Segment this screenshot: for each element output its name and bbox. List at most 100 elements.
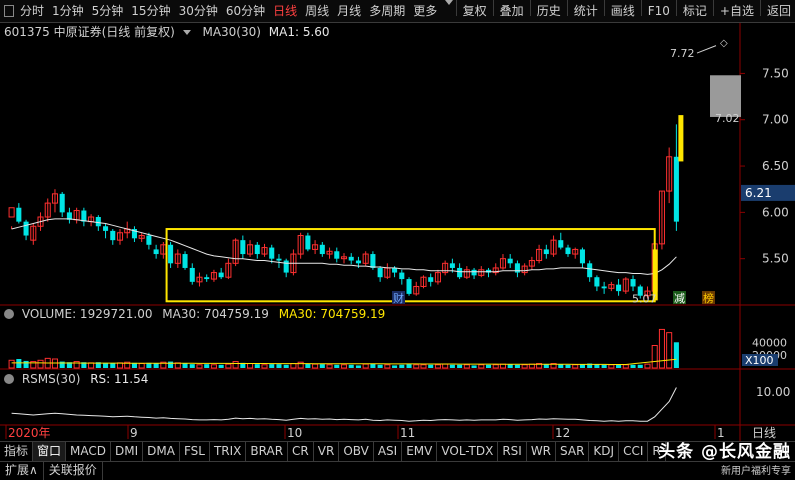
indicator-tab-18[interactable]: CCI (619, 442, 649, 461)
candle-body (189, 267, 195, 282)
candle-body (23, 221, 29, 236)
volume-bar (305, 363, 311, 368)
volume-bar (276, 364, 282, 368)
price-axis-label: 5.50 (762, 252, 789, 266)
indicator-tab-1[interactable]: 窗口 (33, 442, 67, 461)
candle-body (406, 279, 412, 294)
indicator-tab-0[interactable]: 指标 (0, 442, 34, 461)
marker-bang: 榜 (703, 291, 714, 305)
candle-body (471, 269, 477, 276)
candle-body (254, 244, 260, 255)
limit-up-marker (678, 115, 684, 162)
tool-7[interactable]: +自选 (716, 0, 758, 22)
volume-bar (138, 363, 145, 369)
toolbar-separator (455, 0, 457, 16)
volume-bar (392, 365, 398, 368)
indicator-tab-17[interactable]: KDJ (589, 442, 620, 461)
volume-title-bar: VOLUME: 1929721.00 MA30: 704759.19 MA30:… (0, 306, 385, 322)
tool-3[interactable]: 统计 (570, 0, 602, 22)
indicator-tab-2[interactable]: MACD (66, 442, 112, 461)
indicator-tab-10[interactable]: OBV (339, 442, 374, 461)
candle-body (543, 249, 549, 255)
candle-body (276, 258, 282, 261)
period-6[interactable]: 日线 (269, 0, 301, 22)
tool-8[interactable]: 返回 (763, 0, 795, 22)
candle-body (95, 217, 101, 227)
current-price-label: 6.21 (745, 186, 772, 200)
indicator-tab-6[interactable]: TRIX (210, 442, 247, 461)
high-price-label: 7.72 (670, 47, 695, 60)
toolbar-separator (566, 0, 568, 16)
volume-bar (630, 364, 636, 368)
period-2[interactable]: 5分钟 (88, 0, 128, 22)
gear-icon[interactable] (4, 309, 14, 319)
volume-bar (492, 364, 499, 369)
candle-body (168, 244, 174, 264)
toolbar-separator (675, 0, 677, 16)
candle-body (8, 207, 15, 218)
volume-bar (348, 364, 354, 368)
candle-body (269, 247, 275, 259)
indicator-tab-9[interactable]: VR (314, 442, 340, 461)
tool-0[interactable]: 复权 (459, 0, 491, 22)
volume-bar (622, 364, 629, 369)
indicator-tab-12[interactable]: EMV (402, 442, 438, 461)
candle-body (16, 207, 22, 222)
tool-6[interactable]: 标记 (679, 0, 711, 22)
indicator-tab-4[interactable]: DMA (143, 442, 180, 461)
date-axis-label: 11 (400, 426, 415, 440)
volume-bar (37, 359, 44, 369)
period-9[interactable]: 多周期 (365, 0, 409, 22)
indicator-tab-11[interactable]: ASI (374, 442, 403, 461)
period-8[interactable]: 月线 (333, 0, 365, 22)
tool-1[interactable]: 叠加 (496, 0, 528, 22)
tool-4[interactable]: 画线 (607, 0, 639, 22)
high-arrow (696, 45, 717, 54)
indicator-tab-3[interactable]: DMI (111, 442, 144, 461)
indicator-tab-7[interactable]: BRAR (246, 442, 289, 461)
volume-bar (269, 364, 275, 368)
period-10[interactable]: 更多 (409, 0, 441, 22)
candle-body (594, 277, 600, 287)
tool-2[interactable]: 历史 (533, 0, 565, 22)
indicator-tab-15[interactable]: WR (527, 442, 557, 461)
more-dropdown-icon[interactable] (445, 0, 454, 5)
candle-body (110, 230, 116, 241)
projection-box (710, 75, 741, 117)
price-axis-label: 7.50 (762, 66, 789, 80)
volume-bar (637, 364, 643, 368)
candle-body (428, 277, 434, 282)
period-5[interactable]: 60分钟 (222, 0, 269, 22)
date-axis-label: 9 (130, 426, 138, 440)
candle-body (558, 240, 564, 248)
tool-5[interactable]: F10 (644, 0, 674, 22)
indicator-tab-16[interactable]: SAR (556, 442, 590, 461)
gear-icon[interactable] (4, 374, 14, 384)
indicator-tab-14[interactable]: RSI (498, 442, 527, 461)
volume-bar (189, 364, 195, 368)
candle-body (283, 260, 289, 273)
volume-bar (334, 364, 340, 368)
candle-body (182, 254, 188, 268)
back-icon[interactable] (4, 5, 14, 17)
volume-bar (616, 364, 622, 368)
toolbar-separator (492, 0, 494, 16)
volume-bar (658, 328, 665, 369)
period-3[interactable]: 15分钟 (127, 0, 174, 22)
volume-bar (182, 363, 188, 368)
expand-button[interactable]: 扩展∧ (0, 462, 44, 480)
volume-bar (608, 364, 615, 369)
indicator-tab-8[interactable]: CR (288, 442, 314, 461)
period-7[interactable]: 周线 (301, 0, 333, 22)
rsms-value: RS: 11.54 (90, 372, 149, 386)
period-1[interactable]: 1分钟 (48, 0, 88, 22)
indicator-tab-5[interactable]: FSL (180, 442, 210, 461)
indicator-tab-13[interactable]: VOL-TDX (437, 442, 499, 461)
rsms-axis-label: 10.00 (756, 385, 790, 399)
period-4[interactable]: 30分钟 (175, 0, 222, 22)
candle-body (153, 249, 159, 255)
period-0[interactable]: 分时 (16, 0, 48, 22)
volume-bar (23, 360, 29, 368)
volume-ma30: MA30: 704759.19 (162, 307, 269, 321)
related-quote-button[interactable]: 关联报价 (44, 462, 103, 480)
